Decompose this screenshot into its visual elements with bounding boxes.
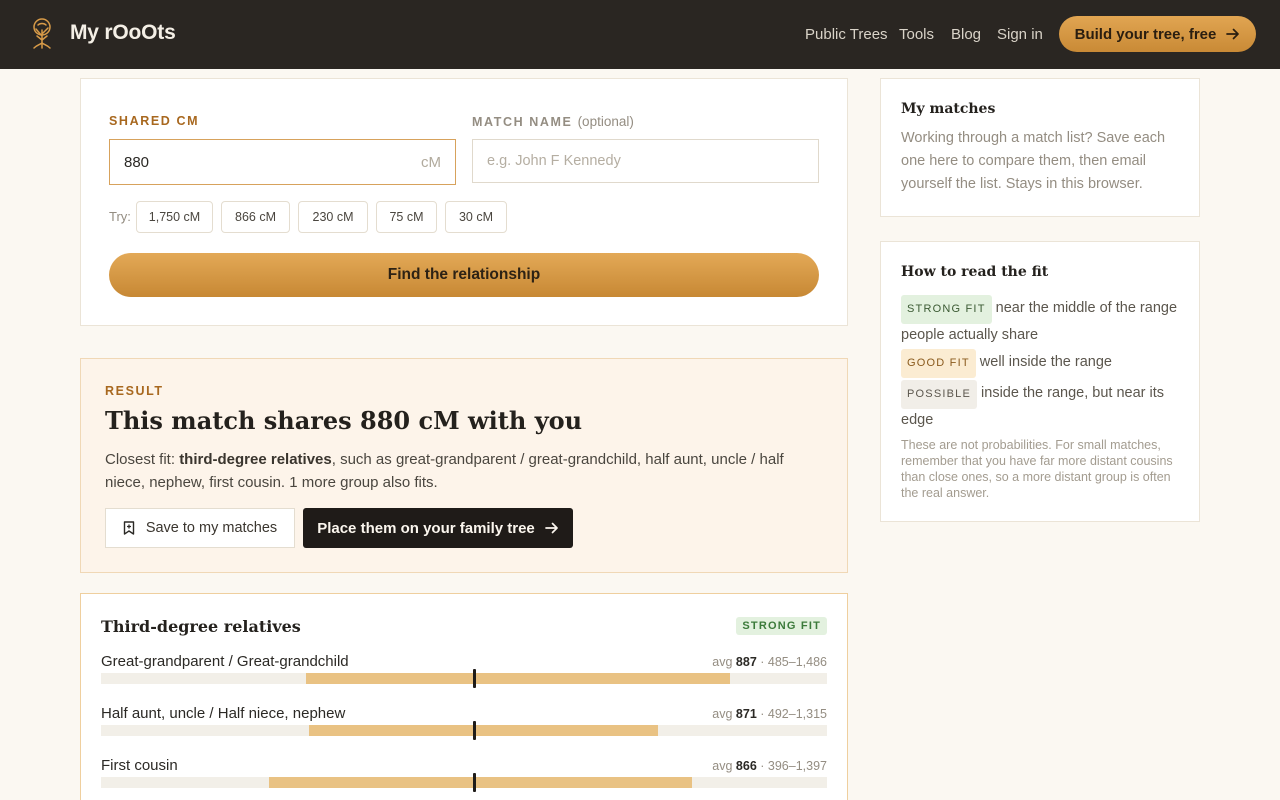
fit-legend-title: How to read the fit [901, 264, 1049, 280]
legend-possible: POSSIBLE inside the range, but near its … [901, 380, 1181, 432]
try-chip-75[interactable]: 75 cM [376, 201, 437, 233]
avg-label: avg [712, 707, 733, 721]
find-relationship-button[interactable]: Find the relationship [109, 253, 819, 297]
shared-cm-value: 880 [124, 153, 150, 171]
closest-fit-group: third-degree relatives [179, 451, 332, 468]
range-value: · 492–1,315 [760, 707, 827, 721]
legend-good: GOOD FIT well inside the range [901, 349, 1181, 378]
match-name-placeholder: e.g. John F Kennedy [487, 153, 621, 169]
try-chip-1750[interactable]: 1,750 cM [136, 201, 213, 233]
fit-legend-note: These are not probabilities. For small m… [901, 438, 1173, 500]
range-value: · 485–1,486 [760, 655, 827, 669]
result-headline: This match shares 880 cM with you [105, 406, 583, 435]
nav-public-trees[interactable]: Public Trees [805, 26, 888, 43]
match-name-label-text: MATCH NAME [472, 115, 573, 129]
range-bar [309, 725, 658, 736]
try-chip-230[interactable]: 230 cM [298, 201, 368, 233]
save-to-matches-button[interactable]: Save to my matches [105, 508, 295, 548]
range-track [101, 721, 827, 740]
bookmark-plus-icon [123, 521, 135, 535]
try-label: Try: [109, 209, 131, 224]
try-chip-30[interactable]: 30 cM [445, 201, 507, 233]
range-bar [306, 673, 730, 684]
nav-tools[interactable]: Tools [899, 26, 934, 43]
shared-cm-label: SHARED CM [109, 114, 200, 128]
optional-label: (optional) [577, 114, 634, 129]
avg-value: 871 [735, 707, 757, 721]
your-value-marker [473, 773, 476, 792]
avg-value: 866 [735, 759, 757, 773]
brand-name: My rOoOts [70, 21, 176, 44]
good-fit-legend-text: well inside the range [979, 354, 1112, 370]
my-matches-text: Working through a match list? Save each … [901, 130, 1166, 192]
avg-label: avg [712, 655, 733, 669]
group-title: Third-degree relatives [101, 617, 301, 636]
avg-value: 887 [735, 655, 757, 669]
legend-strong: STRONG FIT near the middle of the range … [901, 295, 1181, 347]
relationship-name: Half aunt, uncle / Half niece, nephew [101, 705, 346, 722]
strong-fit-badge: STRONG FIT [736, 617, 827, 635]
range-track [101, 669, 827, 688]
save-to-matches-label: Save to my matches [145, 520, 278, 536]
cm-unit-label: cM [421, 153, 441, 171]
relationship-stats: avg 871 · 492–1,315 [712, 707, 827, 721]
range-bar [269, 777, 692, 788]
place-on-tree-button[interactable]: Place them on your family tree [303, 508, 573, 548]
relationship-stats: avg 887 · 485–1,486 [712, 655, 827, 669]
good-fit-legend-badge: GOOD FIT [901, 349, 976, 378]
result-label: RESULT [105, 384, 164, 398]
try-chip-866[interactable]: 866 cM [221, 201, 290, 233]
closest-fit-text: Closest fit: third-degree relatives, suc… [105, 448, 805, 494]
closest-fit-prefix: Closest fit: [105, 451, 180, 468]
nav-blog[interactable]: Blog [951, 26, 981, 43]
my-matches-title: My matches [901, 101, 996, 117]
avg-label: avg [712, 759, 733, 773]
shared-cm-input[interactable]: 880 cM [109, 139, 456, 185]
range-track [101, 773, 827, 792]
place-on-tree-label: Place them on your family tree [317, 519, 535, 537]
top-navigation-bar: My rOoOts Public Trees Tools Blog Sign i… [0, 0, 1280, 69]
your-value-marker [473, 721, 476, 740]
tree-logo-icon [33, 18, 51, 49]
relationship-stats: avg 866 · 396–1,397 [712, 759, 827, 773]
build-tree-button[interactable]: Build your tree, free [1059, 16, 1256, 52]
relationship-name: First cousin [101, 757, 178, 774]
arrow-right-icon [1226, 28, 1240, 40]
your-value-marker [473, 669, 476, 688]
build-tree-label: Build your tree, free [1074, 25, 1217, 43]
nav-sign-in[interactable]: Sign in [997, 26, 1043, 43]
relationship-name: Great-grandparent / Great-grandchild [101, 653, 349, 670]
strong-fit-legend-badge: STRONG FIT [901, 295, 992, 324]
range-value: · 396–1,397 [760, 759, 827, 773]
match-name-input[interactable]: e.g. John F Kennedy [472, 139, 819, 183]
brand[interactable]: My rOoOts [25, 16, 176, 50]
possible-legend-badge: POSSIBLE [901, 380, 978, 409]
arrow-right-icon [544, 522, 558, 534]
match-name-label: MATCH NAME (optional) [472, 114, 634, 129]
